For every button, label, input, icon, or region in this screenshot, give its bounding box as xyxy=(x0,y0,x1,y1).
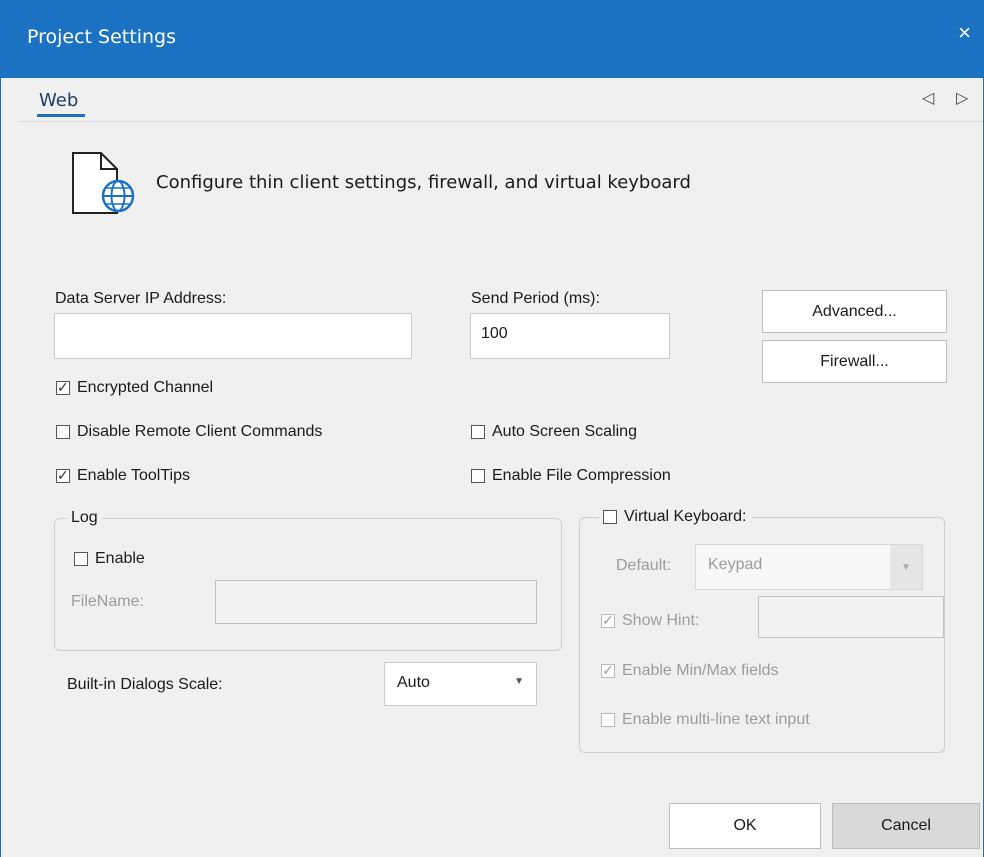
enable-file-compression-label: Enable File Compression xyxy=(492,467,671,484)
ip-address-label: Data Server IP Address: xyxy=(55,290,227,307)
checkbox-icon xyxy=(74,552,88,566)
vk-default-value: Keypad xyxy=(708,556,763,573)
disable-remote-commands-checkbox[interactable]: Disable Remote Client Commands xyxy=(56,423,322,441)
header-description: Configure thin client settings, firewall… xyxy=(156,172,691,193)
ok-button[interactable]: OK xyxy=(669,803,821,849)
enable-tooltips-checkbox[interactable]: Enable ToolTips xyxy=(56,467,190,485)
title-bar: Project Settings × xyxy=(1,0,984,78)
auto-screen-scaling-checkbox[interactable]: Auto Screen Scaling xyxy=(471,423,637,441)
encrypted-channel-label: Encrypted Channel xyxy=(77,379,214,396)
firewall-button[interactable]: Firewall... xyxy=(762,340,947,383)
vk-minmax-checkbox[interactable]: Enable Min/Max fields xyxy=(601,662,779,680)
log-enable-checkbox[interactable]: Enable xyxy=(74,550,145,568)
dialogs-scale-value: Auto xyxy=(397,674,430,691)
encrypted-channel-checkbox[interactable]: Encrypted Channel xyxy=(56,379,213,397)
dialog-title: Project Settings xyxy=(27,26,176,48)
checkbox-icon xyxy=(471,425,485,439)
enable-file-compression-checkbox[interactable]: Enable File Compression xyxy=(471,467,671,485)
send-period-input[interactable]: 100 xyxy=(470,313,670,359)
checkbox-icon xyxy=(56,379,70,396)
auto-screen-scaling-label: Auto Screen Scaling xyxy=(492,423,637,440)
log-filename-label: FileName: xyxy=(71,593,144,610)
dialogs-scale-select[interactable]: Auto ▼ xyxy=(384,662,537,706)
dialogs-scale-label: Built-in Dialogs Scale: xyxy=(67,676,223,693)
checkbox-icon xyxy=(471,469,485,483)
enable-tooltips-label: Enable ToolTips xyxy=(77,467,190,484)
tab-web[interactable]: Web xyxy=(39,90,78,111)
checkbox-icon xyxy=(601,612,615,629)
vk-minmax-label: Enable Min/Max fields xyxy=(622,662,779,679)
tab-active-indicator xyxy=(37,114,85,117)
virtual-keyboard-checkbox[interactable]: Virtual Keyboard: xyxy=(599,508,753,526)
checkbox-icon xyxy=(601,662,615,679)
document-globe-icon xyxy=(72,152,135,214)
vk-default-select[interactable]: Keypad ▼ xyxy=(695,544,923,590)
vk-show-hint-checkbox[interactable]: Show Hint: xyxy=(601,612,699,630)
chevron-down-icon: ▼ xyxy=(890,545,922,589)
checkbox-icon xyxy=(56,425,70,439)
vk-show-hint-label: Show Hint: xyxy=(622,612,700,629)
checkbox-icon xyxy=(601,713,615,727)
tab-divider xyxy=(19,121,983,122)
project-settings-dialog: Project Settings × Web ◁ ▷ Configure thi… xyxy=(0,0,984,857)
log-group-legend: Log xyxy=(67,509,102,527)
ip-address-input[interactable] xyxy=(54,313,412,359)
tab-next-icon[interactable]: ▷ xyxy=(956,88,968,108)
tab-prev-icon[interactable]: ◁ xyxy=(922,88,934,108)
log-enable-label: Enable xyxy=(95,550,145,567)
close-icon[interactable]: × xyxy=(958,20,971,46)
advanced-button[interactable]: Advanced... xyxy=(762,290,947,333)
log-filename-input[interactable] xyxy=(215,580,537,624)
checkbox-icon xyxy=(56,467,70,484)
disable-remote-commands-label: Disable Remote Client Commands xyxy=(77,423,323,440)
vk-show-hint-input[interactable] xyxy=(758,596,944,638)
virtual-keyboard-label: Virtual Keyboard: xyxy=(624,508,747,525)
chevron-down-icon: ▼ xyxy=(514,676,524,687)
vk-multiline-label: Enable multi-line text input xyxy=(622,711,810,728)
cancel-button[interactable]: Cancel xyxy=(832,803,980,849)
send-period-label: Send Period (ms): xyxy=(471,290,600,307)
checkbox-icon xyxy=(603,510,617,524)
vk-default-label: Default: xyxy=(616,557,672,574)
vk-multiline-checkbox[interactable]: Enable multi-line text input xyxy=(601,711,810,729)
